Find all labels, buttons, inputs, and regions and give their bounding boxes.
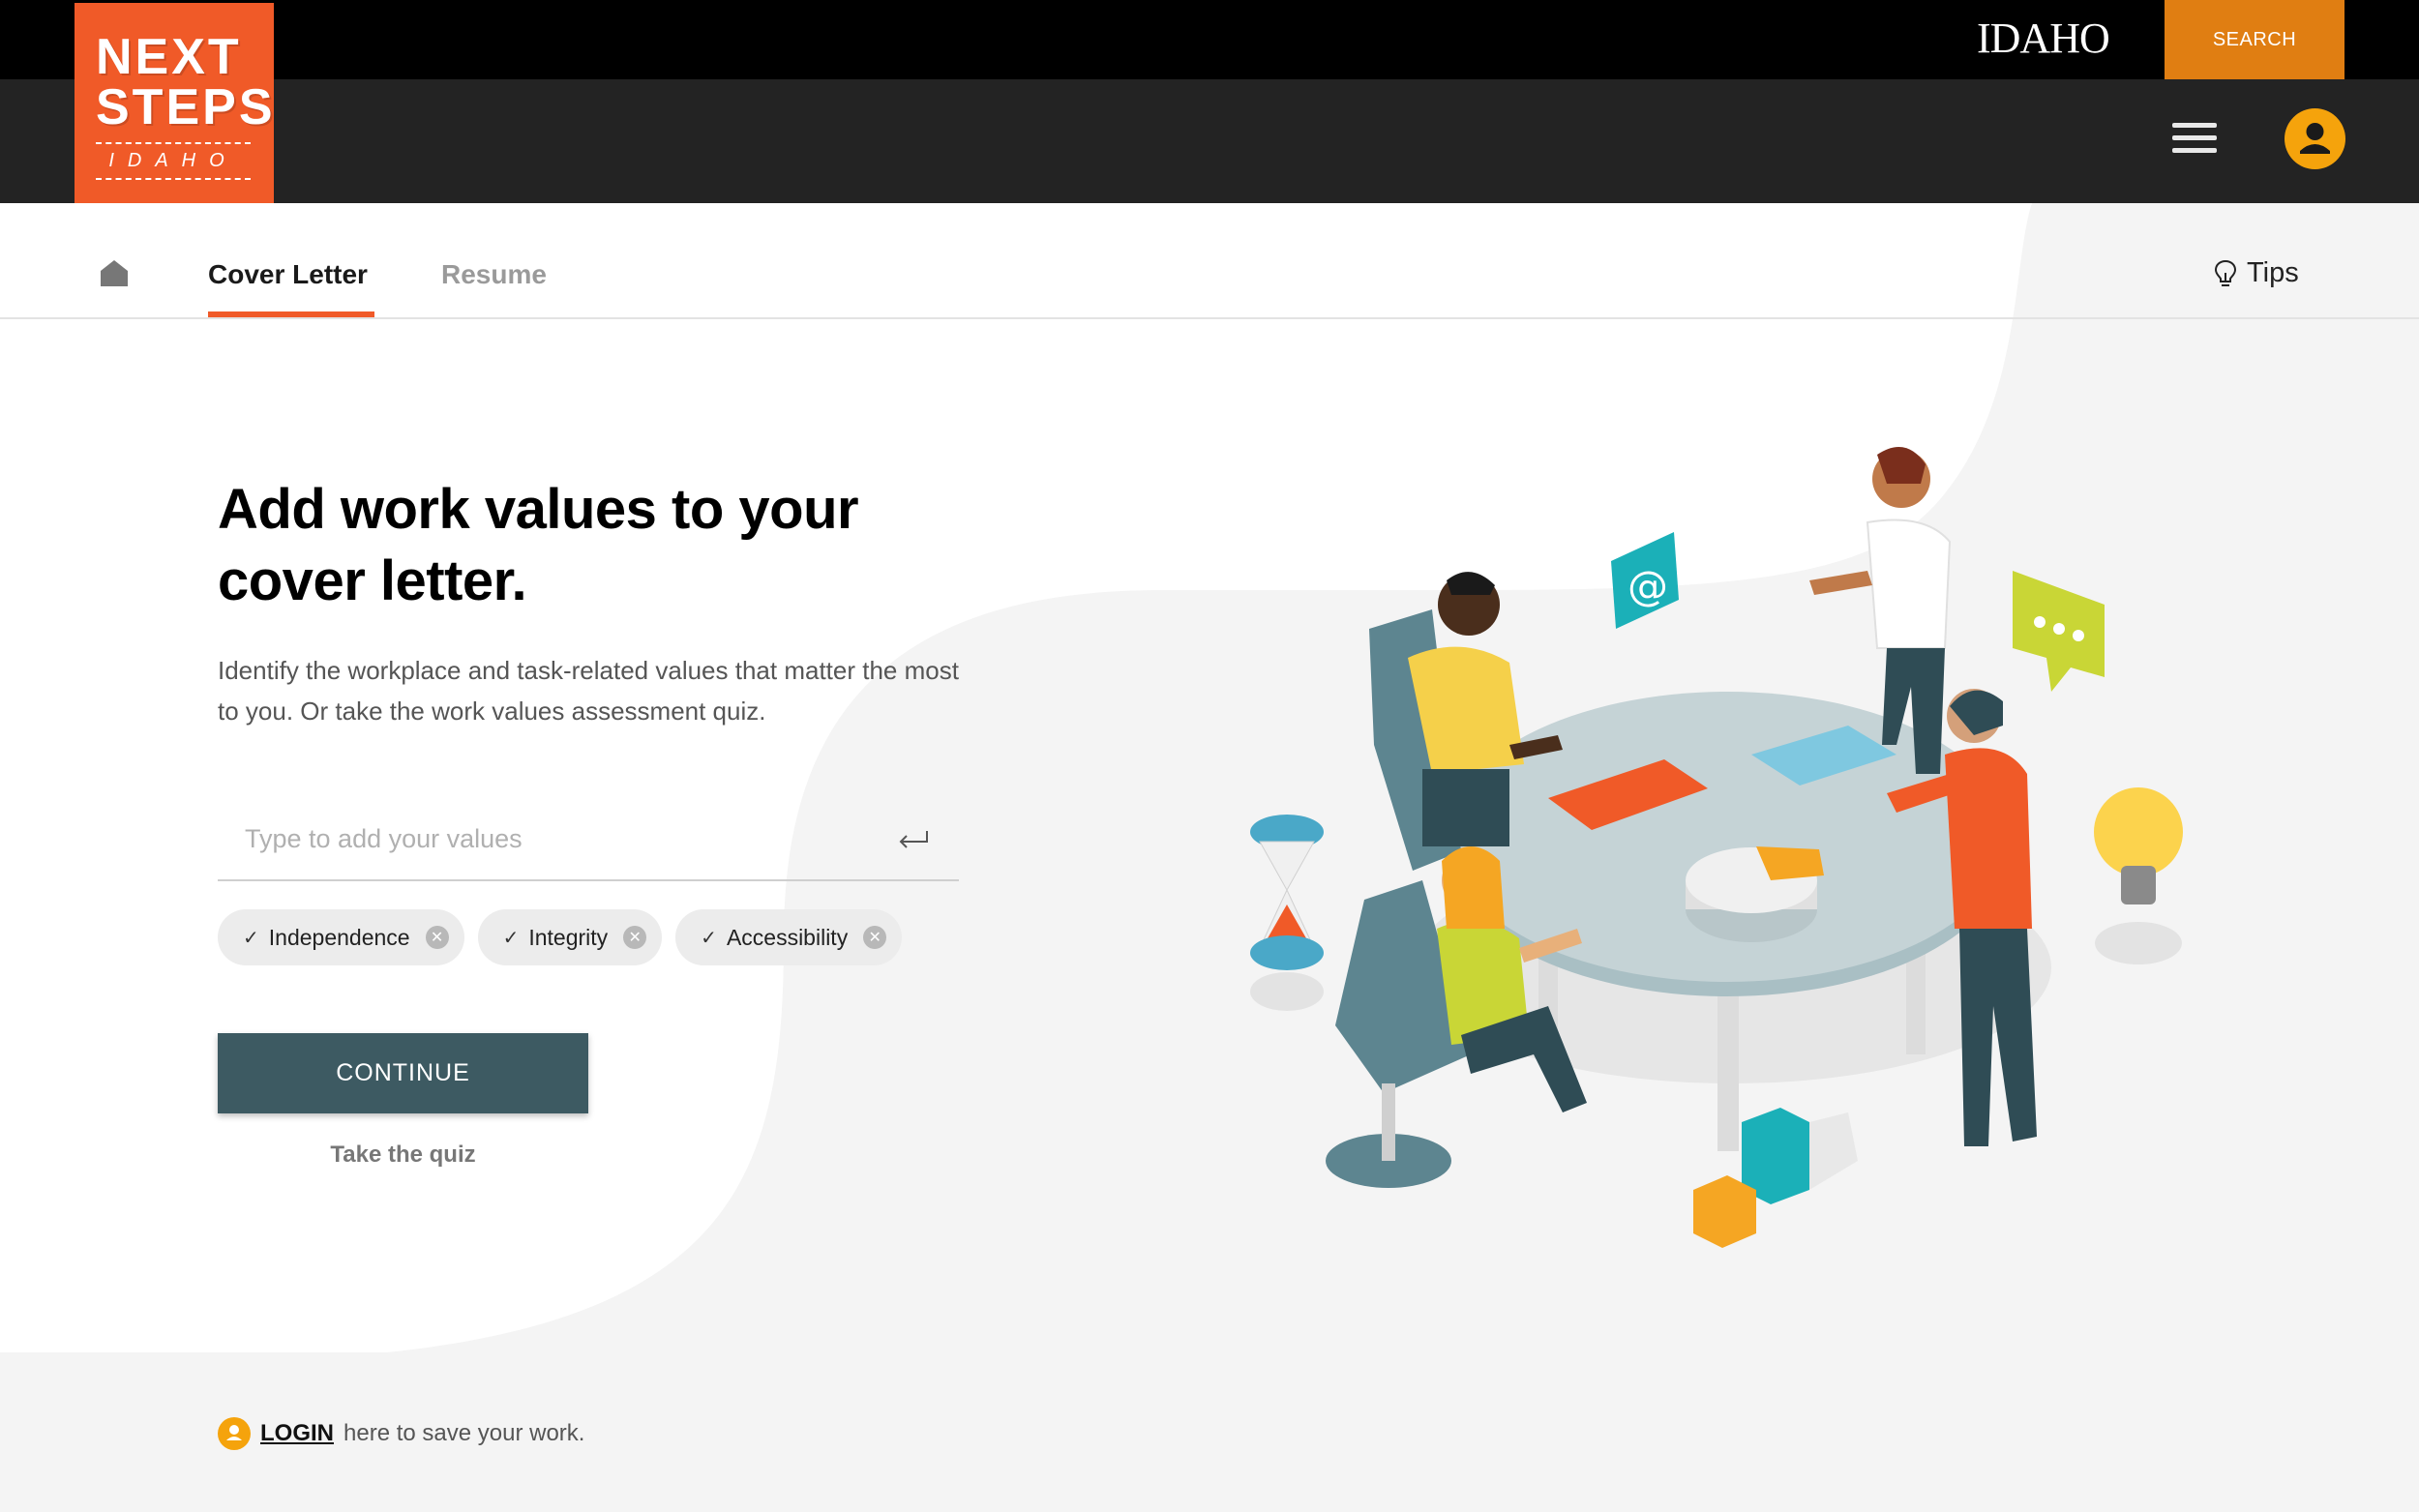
tab-bar: Cover Letter Resume Tips — [0, 203, 2419, 319]
check-icon: ✓ — [502, 927, 520, 949]
lightbulb-icon — [2214, 259, 2237, 286]
search-button[interactable]: SEARCH — [2165, 0, 2344, 79]
value-chip[interactable]: ✓ Accessibility ✕ — [675, 909, 903, 965]
tips-label: Tips — [2247, 257, 2299, 288]
values-input-row — [218, 798, 959, 881]
value-chip[interactable]: ✓ Integrity ✕ — [477, 909, 663, 965]
page-title: Add work values to your cover letter. — [218, 478, 859, 612]
continue-button[interactable]: CONTINUE — [218, 1033, 588, 1113]
values-input[interactable] — [245, 812, 864, 866]
hamburger-menu-icon[interactable] — [2172, 123, 2217, 158]
home-icon[interactable] — [99, 257, 130, 288]
active-tab-indicator — [208, 311, 374, 317]
check-icon: ✓ — [701, 927, 717, 949]
chip-label: Accessibility — [726, 924, 849, 950]
remove-chip-icon[interactable]: ✕ — [623, 926, 647, 949]
logo-line-steps: STEPS — [96, 79, 276, 135]
header — [0, 79, 2419, 203]
next-steps-idaho-logo[interactable]: NEXT STEPS IDAHO — [75, 3, 274, 203]
value-chips: ✓ Independence ✕ ✓ Integrity ✕ ✓ Accessi… — [218, 909, 903, 965]
user-icon — [218, 1417, 251, 1450]
check-icon: ✓ — [243, 927, 259, 949]
tab-cover-letter[interactable]: Cover Letter — [208, 259, 368, 290]
main-content: Add work values to your cover letter. Id… — [218, 474, 992, 731]
enter-icon[interactable] — [897, 829, 930, 850]
value-chip[interactable]: ✓ Independence ✕ — [218, 909, 464, 965]
remove-chip-icon[interactable]: ✕ — [425, 926, 449, 949]
logo-line-next: NEXT — [96, 29, 242, 85]
idaho-state-logo[interactable]: IDAHO — [1977, 14, 2110, 63]
take-quiz-link[interactable]: Take the quiz — [218, 1141, 588, 1169]
page-subtitle: Identify the workplace and task-related … — [218, 656, 959, 726]
login-link[interactable]: LOGIN — [260, 1420, 334, 1447]
tab-resume[interactable]: Resume — [441, 259, 547, 290]
login-prompt: LOGIN here to save your work. — [218, 1417, 584, 1450]
chip-label: Independence — [268, 924, 410, 950]
logo-line-idaho: IDAHO — [96, 142, 251, 180]
tips-button[interactable]: Tips — [2214, 257, 2299, 289]
remove-chip-icon[interactable]: ✕ — [863, 926, 887, 949]
top-bar: IDAHO SEARCH — [0, 0, 2419, 79]
user-account-icon[interactable] — [2285, 108, 2345, 169]
chip-label: Integrity — [528, 924, 609, 950]
team-meeting-illustration: @ — [1250, 447, 2183, 1248]
login-suffix-text: here to save your work. — [343, 1420, 585, 1446]
svg-text:@: @ — [1628, 562, 1668, 609]
